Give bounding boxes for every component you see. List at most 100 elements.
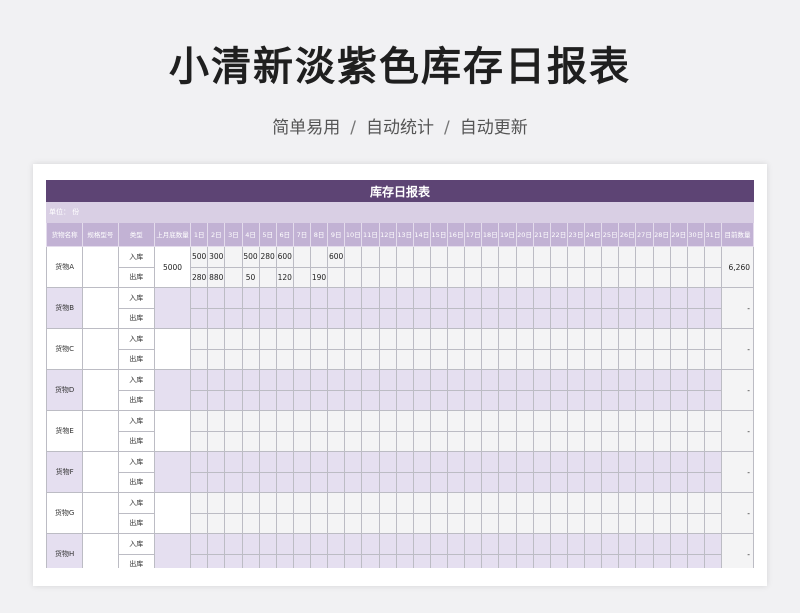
day-cell	[703, 512, 723, 534]
day-cell	[652, 307, 671, 329]
day-cell	[618, 369, 637, 391]
day-cell	[515, 451, 534, 473]
day-cell	[395, 492, 414, 514]
day-cell	[481, 246, 500, 268]
day-cell	[498, 246, 517, 268]
day-cell	[258, 369, 277, 391]
day-cell	[258, 348, 277, 370]
day-cell	[566, 287, 586, 309]
day-cell	[429, 471, 449, 493]
day-cell	[292, 492, 312, 514]
day-cell	[498, 451, 517, 473]
day-cell	[327, 348, 346, 370]
day-cell	[258, 410, 277, 432]
day-cell	[327, 533, 346, 555]
day-cell	[241, 410, 260, 432]
day-cell	[395, 266, 414, 288]
day-cell	[566, 246, 586, 268]
day-cell: 500	[241, 246, 260, 268]
day-cell	[532, 512, 551, 534]
day-cell	[549, 512, 568, 534]
day-cell	[378, 389, 397, 411]
header-day: 29日	[669, 222, 688, 247]
day-cell	[703, 328, 723, 350]
day-cell	[686, 307, 705, 329]
day-cell	[583, 430, 603, 452]
table-row: 出库	[47, 471, 754, 493]
day-cell	[207, 533, 226, 555]
day-cell	[224, 533, 243, 555]
day-cell	[549, 492, 568, 514]
day-cell	[652, 348, 671, 370]
day-cell	[549, 553, 568, 568]
day-cell	[190, 287, 209, 309]
day-cell	[395, 348, 414, 370]
day-cell	[344, 389, 363, 411]
day-cell	[361, 307, 380, 329]
day-cell	[669, 430, 688, 452]
day-cell	[207, 430, 226, 452]
day-cell	[635, 307, 654, 329]
day-cell	[618, 492, 637, 514]
day-cell	[207, 451, 226, 473]
day-cell	[241, 307, 260, 329]
header-day: 9日	[327, 222, 346, 247]
day-cell	[292, 266, 312, 288]
day-cell	[378, 348, 397, 370]
day-cell	[515, 389, 534, 411]
day-cell	[190, 369, 209, 391]
day-cell	[309, 553, 329, 568]
unit-label: 单位： 份	[46, 201, 754, 223]
day-cell	[686, 553, 705, 568]
day-cell	[549, 533, 568, 555]
day-cell	[344, 512, 363, 534]
day-cell	[566, 553, 586, 568]
day-cell	[669, 307, 688, 329]
day-cell	[224, 471, 243, 493]
page-title: 小清新淡紫色库存日报表	[169, 44, 631, 90]
day-cell	[549, 471, 568, 493]
day-cell	[686, 430, 705, 452]
day-cell	[395, 389, 414, 411]
day-cell	[258, 553, 277, 568]
header-type: 类型	[117, 222, 155, 247]
row-type: 出库	[117, 553, 155, 568]
day-cell	[241, 287, 260, 309]
day-cell	[395, 328, 414, 350]
day-cell	[464, 328, 483, 350]
day-cell	[241, 471, 260, 493]
day-cell	[481, 328, 500, 350]
day-cell	[618, 451, 637, 473]
day-cell	[464, 369, 483, 391]
day-cell	[207, 389, 226, 411]
day-cell	[549, 451, 568, 473]
day-cell	[498, 307, 517, 329]
table-row: 出库 280 880 50 120 190	[47, 266, 754, 288]
day-cell	[703, 471, 723, 493]
day-cell	[224, 328, 243, 350]
day-cell	[190, 348, 209, 370]
day-cell	[361, 430, 380, 452]
day-cell	[446, 266, 466, 288]
day-cell	[446, 471, 466, 493]
day-cell	[344, 328, 363, 350]
day-cell	[635, 328, 654, 350]
header-day: 11日	[361, 222, 380, 247]
day-cell	[258, 471, 277, 493]
day-cell	[703, 287, 723, 309]
day-cell	[652, 389, 671, 411]
day-cell	[429, 369, 449, 391]
day-cell	[344, 430, 363, 452]
day-cell	[464, 492, 483, 514]
goods-spec	[82, 451, 119, 493]
day-cell	[515, 471, 534, 493]
day-cell	[190, 389, 209, 411]
day-cell	[481, 287, 500, 309]
day-cell	[190, 410, 209, 432]
day-cell	[566, 471, 586, 493]
row-type: 入库	[117, 328, 155, 350]
day-cell	[429, 246, 449, 268]
day-cell	[378, 451, 397, 473]
goods-name: 货物H	[46, 533, 84, 568]
day-cell	[515, 533, 534, 555]
